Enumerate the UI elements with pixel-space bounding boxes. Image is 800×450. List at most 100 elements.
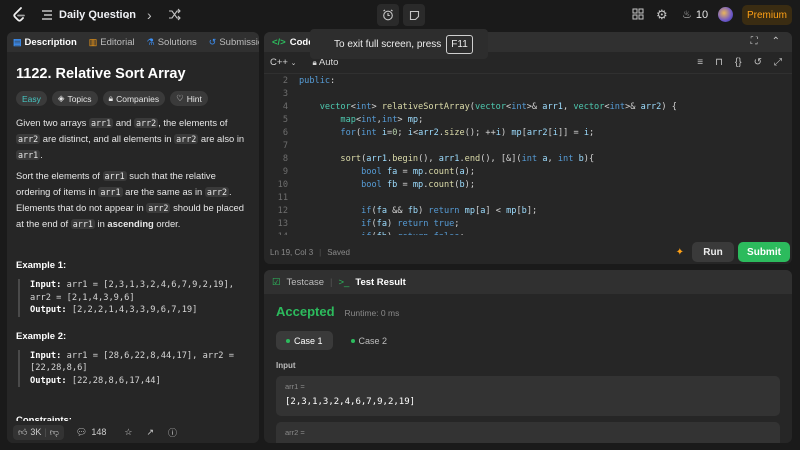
avatar[interactable] — [718, 7, 733, 22]
code-line[interactable]: 12 if(fa && fb) return mp[a] < mp[b]; — [264, 205, 792, 218]
flask-icon: ⚗ — [146, 36, 155, 47]
problem-description: 1122. Relative Sort Array Easy ◈ Topics 🔒… — [7, 52, 259, 426]
result-status: Accepted — [276, 304, 335, 319]
case-1-tab[interactable]: Case 1 — [276, 331, 333, 350]
comment-count[interactable]: 148 — [91, 427, 106, 437]
chevron-down-icon: ⌄ — [290, 60, 297, 67]
share-icon[interactable]: ↗ — [146, 427, 154, 438]
line-number: 14 — [264, 231, 288, 235]
tab-solutions[interactable]: ⚗ Solutions — [141, 32, 203, 52]
case-tabs: Case 1 Case 2 — [276, 331, 780, 350]
case-2-tab[interactable]: Case 2 — [341, 331, 398, 350]
terminal-icon: >_ — [338, 276, 350, 288]
code-line[interactable]: 2 public: — [264, 75, 792, 88]
editor-toolbar-icons: ≡ ⊓ {} ↺ ⤢ — [697, 57, 782, 68]
companies-tag[interactable]: 🔒︎ Companies — [102, 91, 166, 106]
reset-icon[interactable]: ↺ — [754, 57, 762, 68]
line-number: 3 — [282, 89, 288, 99]
notes-icon[interactable] — [403, 4, 425, 26]
code-area[interactable]: 2 public: 3 4 vector<int> relativeSortArray… — [264, 75, 792, 235]
alarm-clock-icon[interactable] — [377, 4, 399, 26]
editor-header-icons: ⛶ ⌃ — [751, 36, 780, 47]
thumbs-up-icon[interactable]: 👍︎ — [18, 427, 27, 438]
format-icon[interactable]: ≡ — [697, 57, 703, 68]
line-number: 5 — [282, 115, 288, 125]
line-number: 12 — [277, 206, 288, 216]
code-line[interactable]: 7 — [264, 140, 792, 153]
code-line[interactable]: 9 bool fa = mp.count(a); — [264, 166, 792, 179]
thumbs-down-icon[interactable]: 👎︎ — [50, 427, 59, 438]
description-paragraph-2: Sort the elements of arr1 such that the … — [16, 170, 244, 229]
code-line[interactable]: 14 if(fb) return false; — [264, 231, 792, 235]
description-footer: 👍︎ 3K | 👎︎ 💬︎ 148 ☆ ↗ ⓘ — [7, 421, 259, 443]
result-panel: ☑ Testcase | >_ Test Result Accepted Run… — [264, 270, 792, 443]
lock-icon: 🔒︎ — [108, 93, 114, 103]
example-1-box: Input: arr1 = [2,3,1,3,2,4,6,7,9,2,19], … — [18, 279, 249, 317]
comment-icon[interactable]: 💬︎ — [76, 427, 87, 438]
code-line[interactable]: 10 bool fb = mp.count(b); — [264, 179, 792, 192]
problem-list-icon[interactable] — [40, 8, 54, 22]
debug-icon[interactable]: ✦ — [676, 247, 684, 258]
tab-editorial[interactable]: ▥ Editorial — [83, 32, 141, 52]
fullscreen-icon[interactable]: ⛶ — [751, 36, 758, 47]
next-question-icon[interactable]: › — [147, 7, 152, 23]
line-number: 4 — [282, 102, 288, 112]
tab-test-result[interactable]: Test Result — [355, 277, 406, 288]
line-number: 8 — [282, 154, 288, 164]
line-text: if(fa && fb) return mp[a] < mp[b]; — [361, 206, 538, 216]
book-icon: ▥ — [88, 36, 98, 47]
problem-title[interactable]: 1122. Relative Sort Array — [16, 66, 249, 82]
help-icon[interactable]: ⓘ — [168, 426, 177, 439]
code-line[interactable]: 3 — [264, 88, 792, 101]
line-number: 9 — [282, 167, 288, 177]
streak-counter[interactable]: ♨ 10 — [682, 8, 708, 22]
code-line[interactable]: 11 — [264, 192, 792, 205]
run-button[interactable]: Run — [692, 242, 734, 262]
code-line[interactable]: 4 vector<int> relativeSortArray(vector<i… — [264, 101, 792, 114]
language-select[interactable]: C++ ⌄ — [270, 57, 296, 68]
leetcode-logo[interactable] — [12, 7, 26, 23]
gear-icon[interactable]: ⚙ — [656, 7, 668, 23]
input-name: arr2 = — [285, 428, 305, 437]
shuffle-icon[interactable] — [168, 8, 181, 21]
problem-tags: Easy ◈ Topics 🔒︎ Companies ♡ Hint — [16, 91, 249, 106]
submit-button[interactable]: Submit — [738, 242, 790, 262]
line-text — [288, 140, 299, 153]
left-tabs: ▤ Description ▥ Editorial ⚗ Solutions ↺ … — [7, 32, 259, 52]
bookmark-icon[interactable]: ⊓ — [715, 57, 723, 68]
topics-tag[interactable]: ◈ Topics — [51, 91, 98, 106]
line-text: if(fa) return true; — [361, 219, 460, 229]
result-tabs: ☑ Testcase | >_ Test Result — [264, 270, 792, 294]
code-line[interactable]: 5 map<int,int> mp; — [264, 114, 792, 127]
tab-testcase[interactable]: Testcase — [287, 277, 325, 288]
braces-icon[interactable]: {} — [735, 57, 742, 68]
top-bar: Daily Question ‹ › ⚙ ♨ 10 Premium — [0, 0, 800, 30]
like-dislike-group: 👍︎ 3K | 👎︎ — [13, 424, 64, 440]
settings-icon[interactable]: ⤢ — [774, 57, 782, 68]
input-label: Input — [276, 361, 296, 370]
input-name: arr1 = — [285, 382, 305, 391]
hint-tag[interactable]: ♡ Hint — [170, 91, 208, 106]
star-icon[interactable]: ☆ — [124, 427, 132, 438]
line-number: 13 — [277, 219, 288, 229]
input-arr2-box: arr2 = — [276, 422, 780, 443]
prev-question-icon[interactable]: ‹ — [125, 7, 130, 23]
line-number: 7 — [282, 141, 288, 151]
code-line[interactable]: 6 for(int i=0; i<arr2.size(); ++i) mp[ar… — [264, 127, 792, 140]
input-value: [2,3,1,3,2,4,6,7,9,2,19] — [285, 397, 416, 407]
tab-description[interactable]: ▤ Description — [7, 32, 83, 52]
code-line[interactable]: 13 if(fa) return true; — [264, 218, 792, 231]
collapse-icon[interactable]: ⌃ — [772, 36, 780, 47]
cursor-position: Ln 19, Col 3 — [270, 247, 314, 257]
line-number: 6 — [282, 128, 288, 138]
line-text: for(int i=0; i<arr2.size(); ++i) mp[arr2… — [340, 128, 595, 138]
line-text: bool fb = mp.count(b); — [361, 180, 476, 190]
save-status: Saved — [327, 247, 350, 257]
toast-text: To exit full screen, press — [334, 38, 442, 50]
line-number: 11 — [277, 193, 288, 203]
tab-submissions[interactable]: ↺ Submissions — [203, 32, 259, 52]
premium-button[interactable]: Premium — [742, 5, 792, 25]
code-line[interactable]: 8 sort(arr1.begin(), arr1.end(), [&](int… — [264, 153, 792, 166]
code-brackets-icon: </> — [272, 36, 286, 48]
layout-grid-icon[interactable] — [632, 8, 644, 20]
